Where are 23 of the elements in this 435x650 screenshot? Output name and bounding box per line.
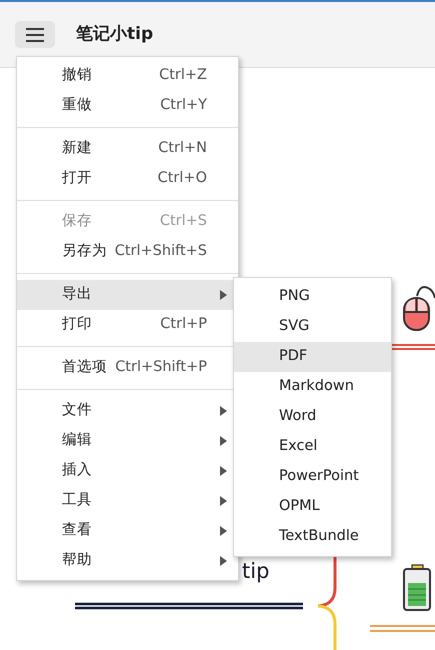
menu-item[interactable]: 新建 Ctrl+N <box>17 134 238 164</box>
shortcut-text: Ctrl+P <box>160 315 207 334</box>
menu-icon <box>25 26 45 42</box>
menu-item[interactable]: 撤销 Ctrl+Z <box>17 61 238 91</box>
app-title: 笔记小tip <box>76 23 154 46</box>
menu-item[interactable]: 另存为 Ctrl+Shift+S <box>17 237 238 267</box>
shortcut-text: Ctrl+Z <box>159 66 207 86</box>
shortcut-text: Ctrl+N <box>158 139 207 158</box>
shortcut-text: Ctrl+O <box>158 169 207 188</box>
menu-item[interactable]: PDF <box>234 342 391 372</box>
menu-item[interactable]: 重做 Ctrl+Y <box>17 91 238 121</box>
shortcut-text: Ctrl+Shift+P <box>115 358 207 378</box>
connector-line <box>369 625 435 632</box>
node-text: tip <box>242 559 270 583</box>
menu-item[interactable]: 打开 Ctrl+O <box>17 164 238 194</box>
shortcut-text: Ctrl+Shift+S <box>114 242 207 262</box>
connector-line <box>318 557 336 608</box>
shortcut-text: Ctrl+S <box>160 212 207 232</box>
menu-button[interactable] <box>15 21 55 48</box>
connector-line <box>318 604 336 650</box>
mouse-icon <box>403 286 435 331</box>
shortcut-text: Ctrl+Y <box>160 96 207 116</box>
battery-icon <box>403 564 431 611</box>
